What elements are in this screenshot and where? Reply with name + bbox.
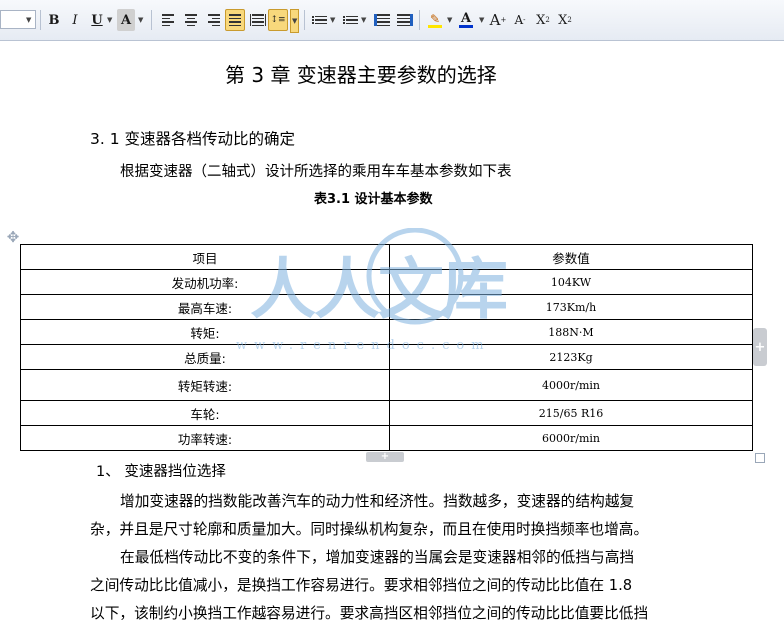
decrease-indent-icon <box>374 14 390 26</box>
character-shading-dropdown-icon[interactable]: ▼ <box>138 9 143 31</box>
parameter-name-cell[interactable]: 总质量: <box>20 344 390 370</box>
numbered-list-icon <box>311 15 327 25</box>
parameter-name-cell[interactable]: 发动机功率: <box>20 269 390 295</box>
grow-font-mark: + <box>500 16 507 24</box>
parameter-name-cell[interactable]: 功率转速: <box>20 425 390 451</box>
parameter-value-cell[interactable]: 4000r/min <box>389 369 753 401</box>
superscript-label: X <box>536 12 546 28</box>
bulleted-list-icon <box>342 15 358 25</box>
highlight-dropdown-icon[interactable]: ▼ <box>447 9 452 31</box>
table-row: 功率转速: 6000r/min <box>20 425 753 451</box>
distributed-icon <box>250 14 266 26</box>
line-spacing-icon: ↕≡ <box>270 15 286 25</box>
line-spacing-button[interactable]: ↕≡ <box>268 9 288 31</box>
paragraph-line: 之间传动比比值减小，是换挡工作容易进行。要求相邻挡位之间的传动比比值在 1.8 <box>90 577 633 594</box>
subscript-mark: 2 <box>567 16 572 24</box>
add-column-icon: + <box>754 339 766 355</box>
parameters-table: 项目 参数值 发动机功率: 104KW 最高车速: 173Km/h 转矩: 188N·M 总质量… <box>20 244 753 451</box>
formatting-toolbar: ▼ B I U ▼ A ▼ ↕≡ ▼ ▼ ▼ ✎ ▼ A ▼ A + A - X… <box>0 0 784 41</box>
toolbar-separator <box>304 10 305 30</box>
toolbar-separator <box>151 10 152 30</box>
character-shading-button[interactable]: A <box>117 9 135 31</box>
superscript-mark: 2 <box>545 16 550 24</box>
align-center-icon <box>185 14 197 26</box>
paragraph-line: 增加变速器的挡数能改善汽车的动力性和经济性。挡数越多，变速器的结构越复 <box>120 493 635 510</box>
bullets-dropdown-icon[interactable]: ▼ <box>361 9 366 31</box>
increase-indent-button[interactable] <box>395 9 415 31</box>
numbering-button[interactable] <box>311 9 327 31</box>
add-column-tab[interactable]: + <box>753 328 767 366</box>
parameter-value-cell[interactable]: 6000r/min <box>389 425 753 451</box>
add-row-icon: + <box>380 451 390 462</box>
increase-indent-icon <box>397 14 413 26</box>
superscript-button[interactable]: X2 <box>533 9 553 31</box>
table-row: 最高车速: 173Km/h <box>20 294 753 320</box>
line-spacing-dropdown-icon[interactable]: ▼ <box>290 9 300 33</box>
bold-button[interactable]: B <box>46 9 62 31</box>
parameter-name-cell[interactable]: 最高车速: <box>20 294 390 320</box>
grow-font-label: A <box>489 11 501 29</box>
toolbar-separator <box>40 10 41 30</box>
parameter-value-cell[interactable]: 2123Kg <box>389 344 753 370</box>
parameter-value-cell[interactable]: 188N·M <box>389 319 753 345</box>
header-cell-item[interactable]: 项目 <box>20 244 390 270</box>
table-row: 车轮: 215/65 R16 <box>20 400 753 426</box>
character-shading-label: A <box>120 12 132 28</box>
table-row: 发动机功率: 104KW <box>20 269 753 295</box>
shrink-font-label: A <box>514 13 524 27</box>
highlight-button[interactable]: ✎ <box>425 9 445 31</box>
table-caption: 表3.1 设计基本参数 <box>314 192 433 207</box>
subscript-label: X <box>558 12 568 28</box>
decrease-indent-button[interactable] <box>372 9 392 31</box>
table-row: 转矩转速: 4000r/min <box>20 369 753 401</box>
table-row: 转矩: 188N·M <box>20 319 753 345</box>
shrink-font-mark: - <box>523 16 526 24</box>
bullets-button[interactable] <box>342 9 358 31</box>
intro-paragraph: 根据变速器（二轴式）设计所选择的乘用车车基本参数如下表 <box>120 164 512 180</box>
align-left-icon <box>162 14 174 26</box>
subscript-button[interactable]: X2 <box>555 9 575 31</box>
highlight-color-swatch <box>428 24 442 28</box>
grow-font-button[interactable]: A + <box>488 9 508 31</box>
parameter-name-cell[interactable]: 转矩: <box>20 319 390 345</box>
parameter-value-cell[interactable]: 104KW <box>389 269 753 295</box>
table-row: 总质量: 2123Kg <box>20 344 753 370</box>
list-heading: 1、 变速器挡位选择 <box>96 464 226 480</box>
table-move-handle-icon[interactable]: ✥ <box>5 229 21 245</box>
justify-button[interactable] <box>225 9 245 31</box>
align-left-button[interactable] <box>158 9 178 31</box>
toolbar-separator <box>419 10 420 30</box>
chapter-title: 第 3 章 变速器主要参数的选择 <box>225 63 497 87</box>
font-color-swatch <box>459 25 473 28</box>
align-right-icon <box>208 14 220 26</box>
section-heading: 3. 1 变速器各档传动比的确定 <box>90 130 296 148</box>
font-color-dropdown-icon[interactable]: ▼ <box>479 9 484 31</box>
distributed-button[interactable] <box>248 9 268 31</box>
underline-button[interactable]: U <box>89 9 105 31</box>
italic-button[interactable]: I <box>68 9 82 31</box>
parameter-name-cell[interactable]: 车轮: <box>20 400 390 426</box>
font-size-dropdown-icon[interactable]: ▼ <box>26 9 31 31</box>
table-header-row: 项目 参数值 <box>20 244 753 270</box>
numbering-dropdown-icon[interactable]: ▼ <box>330 9 335 31</box>
font-color-button[interactable]: A <box>457 9 475 31</box>
shrink-font-button[interactable]: A- <box>511 9 529 31</box>
highlighter-pen-icon: ✎ <box>429 11 441 26</box>
add-row-tab[interactable]: + <box>366 452 404 462</box>
underline-dropdown-icon[interactable]: ▼ <box>107 9 112 31</box>
paragraph-line: 杂，并且是尺寸轮廓和质量加大。同时操纵机构复杂，而且在使用时换挡频率也增高。 <box>90 521 649 538</box>
align-right-button[interactable] <box>204 9 224 31</box>
paragraph-line: 在最低档传动比不变的条件下，增加变速器的当属会是变速器相邻的低挡与高挡 <box>120 549 635 566</box>
header-cell-value[interactable]: 参数值 <box>389 244 753 270</box>
align-center-button[interactable] <box>181 9 201 31</box>
justify-icon <box>229 14 241 26</box>
parameters-table-body: 项目 参数值 发动机功率: 104KW 最高车速: 173Km/h 转矩: 188N·M 总质量… <box>20 244 753 451</box>
parameter-value-cell[interactable]: 173Km/h <box>389 294 753 320</box>
font-color-label: A <box>460 11 472 26</box>
parameter-name-cell[interactable]: 转矩转速: <box>20 369 390 401</box>
parameter-value-cell[interactable]: 215/65 R16 <box>389 400 753 426</box>
table-resize-handle[interactable] <box>755 453 765 463</box>
